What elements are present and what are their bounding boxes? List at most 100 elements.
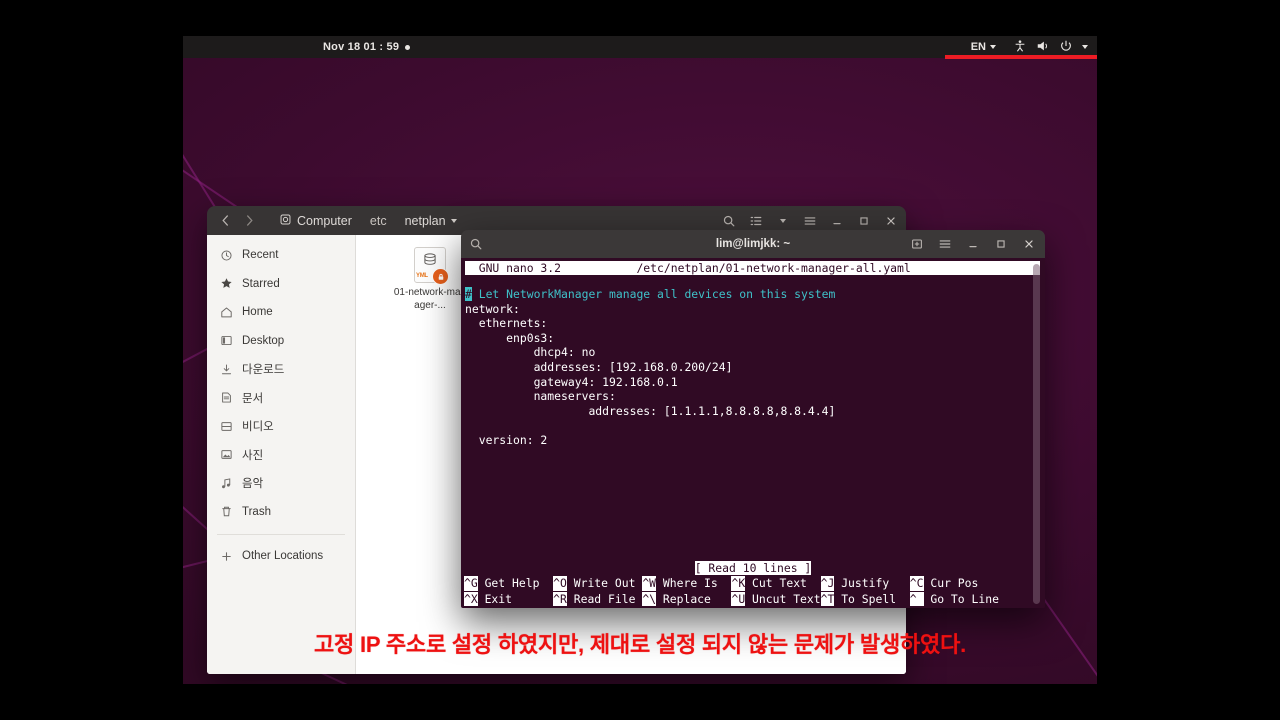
nano-shortcut-key[interactable]: ^K bbox=[731, 576, 746, 591]
sidebar-item-label: Desktop bbox=[242, 334, 285, 347]
sidebar-item-label: Trash bbox=[242, 505, 271, 518]
sidebar-item-starred[interactable]: Starred bbox=[207, 270, 355, 299]
nano-shortcut-label: Where Is bbox=[656, 576, 732, 591]
nano-shortcut-label: Cut Text bbox=[745, 576, 821, 591]
terminal-header: lim@limjkk: ~ bbox=[461, 230, 1045, 258]
nano-status-text: [ Read 10 lines ] bbox=[694, 561, 812, 576]
sidebar-item-label: 사진 bbox=[242, 449, 264, 462]
star-icon bbox=[219, 277, 233, 291]
home-icon bbox=[219, 305, 233, 319]
nano-shortcut-key[interactable]: ^J bbox=[820, 576, 835, 591]
terminal-scrollbar[interactable] bbox=[1033, 264, 1040, 604]
breadcrumb-etc[interactable]: etc bbox=[361, 206, 396, 235]
clock-icon bbox=[219, 248, 233, 262]
nano-shortcut-key[interactable]: ^U bbox=[731, 591, 746, 606]
nano-shortcut-label: Get Help bbox=[477, 576, 554, 591]
minimize-icon[interactable] bbox=[960, 231, 986, 257]
yaml-file-icon: YML bbox=[414, 247, 449, 285]
nano-shortcut-key[interactable]: ^G bbox=[464, 576, 478, 591]
sidebar-item-label: 문서 bbox=[242, 392, 264, 405]
hamburger-menu-icon[interactable] bbox=[932, 231, 958, 257]
yaml-line: enp0s3: bbox=[465, 330, 555, 345]
sidebar-item-label: Starred bbox=[242, 277, 280, 290]
top-letterbox bbox=[0, 0, 1280, 36]
clock[interactable]: Nov 18 01 : 59 bbox=[323, 36, 411, 58]
accessibility-icon[interactable] bbox=[1013, 39, 1027, 56]
sidebar-divider bbox=[217, 534, 345, 535]
terminal-body[interactable]: GNU nano 3.2 /etc/netplan/01-network-man… bbox=[461, 258, 1045, 608]
annotation-caption: 고정 IP 주소로 설정 하였지만, 제대로 설정 되지 않는 문제가 발생하였… bbox=[0, 624, 1280, 662]
system-menu-chevron-icon[interactable] bbox=[1082, 45, 1088, 49]
file-name-label: 01-network-manager-... bbox=[393, 287, 467, 311]
music-icon bbox=[219, 476, 233, 490]
screen: Nov 18 01 : 59 EN Computer etc netplan R… bbox=[0, 0, 1280, 720]
document-icon bbox=[219, 391, 233, 405]
back-button[interactable] bbox=[214, 210, 236, 232]
comment-hash: # bbox=[465, 287, 472, 301]
sidebar-item-trash[interactable]: Trash bbox=[207, 498, 355, 527]
nano-shortcut-row: ^G Get Help ^O Write Out ^W Where Is ^K … bbox=[464, 576, 1030, 591]
nano-shortcut-key[interactable]: ^ bbox=[909, 591, 924, 606]
new-tab-icon[interactable] bbox=[904, 231, 930, 257]
close-icon[interactable] bbox=[1016, 231, 1042, 257]
video-icon bbox=[219, 419, 233, 433]
breadcrumb-computer-label: Computer bbox=[297, 213, 352, 228]
chevron-down-icon bbox=[450, 218, 457, 223]
trash-icon bbox=[219, 505, 233, 519]
red-underline-marker bbox=[945, 55, 1097, 59]
breadcrumb-computer[interactable]: Computer bbox=[270, 206, 361, 235]
nano-shortcut-label: Uncut Text bbox=[745, 591, 821, 606]
yaml-line: addresses: [192.168.0.200/24] bbox=[465, 359, 733, 374]
nano-shortcut-key[interactable]: ^T bbox=[820, 591, 835, 606]
clock-text: Nov 18 01 : 59 bbox=[323, 41, 400, 53]
bottom-letterbox bbox=[0, 684, 1280, 720]
nano-shortcut-label: Replace bbox=[656, 591, 732, 606]
sidebar-item-label: Recent bbox=[242, 249, 279, 262]
yaml-line: addresses: [1.1.1.1,8.8.8.8,8.8.4.4] bbox=[465, 403, 836, 418]
sidebar-item-recent[interactable]: Recent bbox=[207, 241, 355, 270]
nano-shortcut-key[interactable]: ^X bbox=[464, 591, 478, 606]
sidebar-item-videos[interactable]: 비디오 bbox=[207, 412, 355, 441]
yaml-line: gateway4: 192.168.0.1 bbox=[465, 374, 678, 389]
breadcrumb-netplan[interactable]: netplan bbox=[396, 206, 466, 235]
search-icon[interactable] bbox=[469, 230, 483, 258]
power-icon[interactable] bbox=[1059, 39, 1073, 56]
computer-icon bbox=[279, 213, 292, 229]
breadcrumb-etc-label: etc bbox=[369, 213, 387, 228]
sidebar-item-music[interactable]: 음악 bbox=[207, 469, 355, 498]
breadcrumb-netplan-label: netplan bbox=[404, 213, 446, 228]
nano-shortcut-key[interactable]: ^W bbox=[642, 576, 657, 591]
nano-shortcut-label: To Spell bbox=[834, 591, 910, 606]
terminal-window[interactable]: lim@limjkk: ~ GNU nano 3.2 /etc/netplan/… bbox=[461, 230, 1045, 608]
nano-shortcut-key[interactable]: ^C bbox=[909, 576, 924, 591]
nano-shortcut-key[interactable]: ^\ bbox=[642, 591, 657, 606]
sidebar-item-desktop[interactable]: Desktop bbox=[207, 327, 355, 356]
right-letterbox bbox=[1097, 0, 1280, 720]
keyboard-layout-button[interactable]: EN bbox=[971, 41, 996, 53]
nano-shortcut-label: Write Out bbox=[566, 576, 643, 591]
nano-status-message: [ Read 10 lines ] bbox=[461, 561, 1045, 576]
nano-titlebar: GNU nano 3.2 /etc/netplan/01-network-man… bbox=[465, 261, 1040, 275]
yaml-line: network: bbox=[465, 301, 520, 316]
yaml-line: ethernets: bbox=[465, 316, 548, 331]
file-item[interactable]: YML 01-network-manager-... bbox=[392, 247, 468, 312]
nano-shortcut-key[interactable]: ^O bbox=[553, 576, 567, 591]
sidebar-item-label: 음악 bbox=[242, 478, 264, 491]
nano-shortcut-bar: ^G Get Help ^O Write Out ^W Where Is ^K … bbox=[464, 576, 1030, 606]
sidebar-item-label: 다운로드 bbox=[242, 364, 285, 377]
volume-icon[interactable] bbox=[1036, 39, 1050, 56]
nano-shortcut-key[interactable]: ^R bbox=[553, 591, 567, 606]
keyboard-layout-label: EN bbox=[970, 41, 986, 53]
sidebar-item-pictures[interactable]: 사진 bbox=[207, 441, 355, 470]
sidebar-item-home[interactable]: Home bbox=[207, 298, 355, 327]
maximize-icon[interactable] bbox=[988, 231, 1014, 257]
yaml-line: dhcp4: no bbox=[465, 345, 596, 360]
sidebar-item-documents[interactable]: 문서 bbox=[207, 384, 355, 413]
nano-shortcut-label: Read File bbox=[566, 591, 643, 606]
forward-button[interactable] bbox=[238, 210, 260, 232]
nano-editor-content[interactable]: # Let NetworkManager manage all devices … bbox=[461, 275, 1045, 448]
yaml-line: version: 2 bbox=[465, 432, 548, 447]
nano-shortcut-label: Go To Line bbox=[923, 591, 999, 606]
sidebar-item-other-locations[interactable]: Other Locations bbox=[207, 542, 355, 571]
sidebar-item-downloads[interactable]: 다운로드 bbox=[207, 355, 355, 384]
